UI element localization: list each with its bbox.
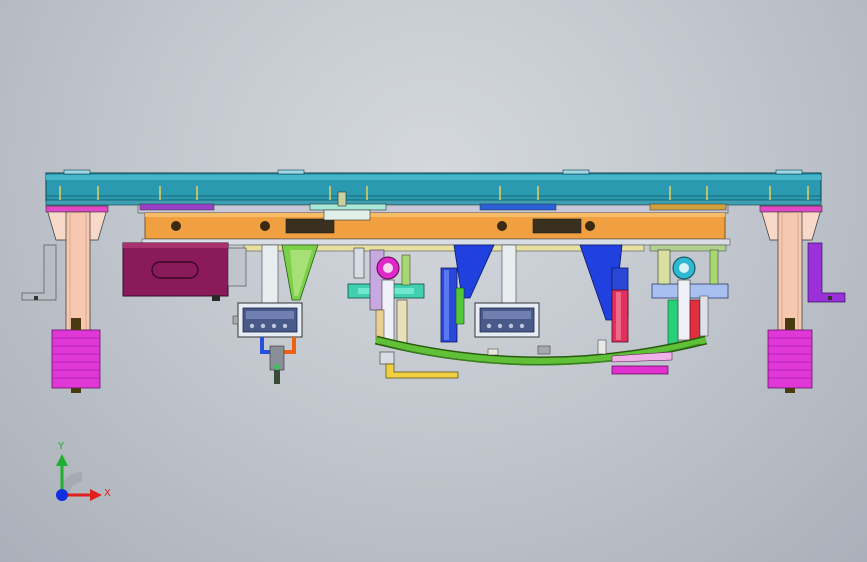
graphics-viewport[interactable]: Y X <box>0 0 867 562</box>
orientation-triad: Y X <box>40 438 120 513</box>
motor-box[interactable] <box>122 242 247 301</box>
leaf-spring[interactable] <box>374 335 708 375</box>
right-cylinder[interactable] <box>579 244 629 343</box>
cad-assembly-model[interactable] <box>0 0 867 562</box>
right-leg[interactable] <box>759 205 846 393</box>
x-axis-label: X <box>104 488 111 499</box>
triad-axes <box>56 454 102 501</box>
x-axis-arrow <box>90 489 102 501</box>
z-axis-dot <box>56 489 68 501</box>
y-axis-label: Y <box>58 441 65 452</box>
y-axis-arrow <box>56 454 68 466</box>
right-valve-cluster[interactable] <box>651 249 729 345</box>
top-beam[interactable] <box>45 169 822 206</box>
left-leg[interactable] <box>21 205 109 393</box>
